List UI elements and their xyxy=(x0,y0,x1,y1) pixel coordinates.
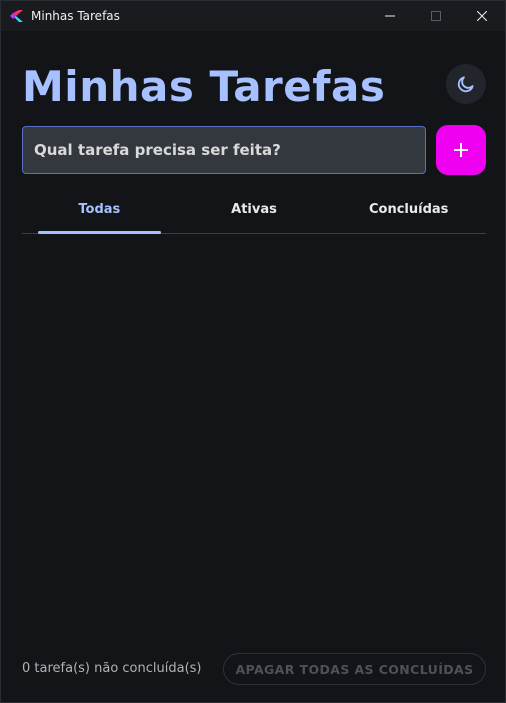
maximize-button[interactable] xyxy=(413,1,459,31)
close-button[interactable] xyxy=(459,1,505,31)
page-title: Minhas Tarefas xyxy=(22,62,386,111)
tab-ativas[interactable]: Ativas xyxy=(177,193,332,233)
tab-label: Todas xyxy=(78,202,121,217)
minimize-button[interactable] xyxy=(367,1,413,31)
window-controls xyxy=(367,1,505,31)
tab-label: Concluídas xyxy=(368,202,449,217)
active-tab-indicator xyxy=(38,231,161,234)
app-window: Minhas Tarefas Minhas Tarefas Qual taref… xyxy=(0,0,506,703)
tab-todas[interactable]: Todas xyxy=(22,193,177,234)
moon-icon xyxy=(457,76,474,93)
clear-completed-button[interactable]: APAGAR TODAS AS CONCLUÍDAS xyxy=(223,653,486,685)
title-bar[interactable]: Minhas Tarefas xyxy=(1,1,505,31)
tab-label: Ativas xyxy=(231,202,277,217)
plus-icon xyxy=(454,143,468,157)
new-task-input[interactable] xyxy=(22,126,426,174)
window-title: Minhas Tarefas xyxy=(31,9,120,23)
task-list xyxy=(22,241,486,636)
close-icon xyxy=(477,11,487,21)
pending-task-count: 0 tarefa(s) não concluída(s) xyxy=(22,661,202,676)
flutter-app-icon xyxy=(10,9,24,23)
theme-toggle-button[interactable] xyxy=(446,64,486,104)
maximize-icon xyxy=(431,11,441,21)
tab-concluidas[interactable]: Concluídas xyxy=(331,193,486,233)
filter-tabs: Todas Ativas Concluídas xyxy=(22,193,486,234)
add-task-button[interactable] xyxy=(436,125,486,175)
minimize-icon xyxy=(385,15,395,17)
